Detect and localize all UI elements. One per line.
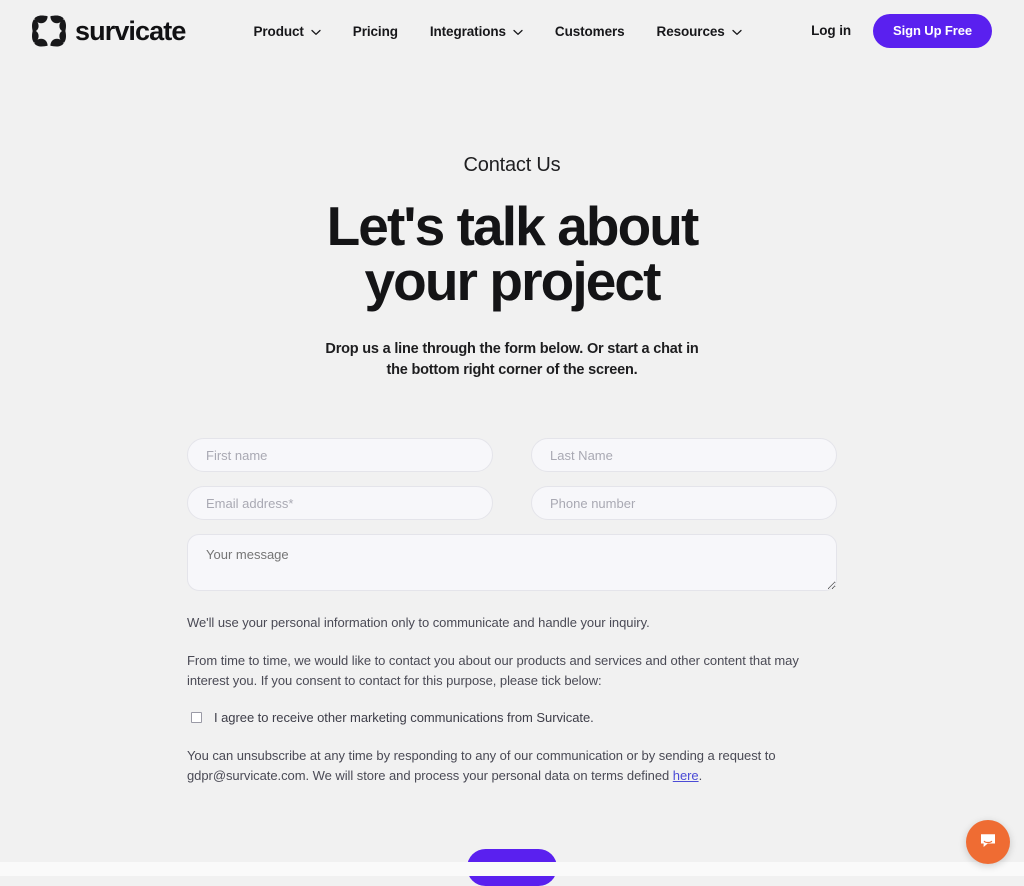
primary-navigation: Product Pricing Integrations Customers R…: [253, 23, 742, 39]
form-row-contact: [187, 486, 837, 521]
nav-item-customers[interactable]: Customers: [555, 24, 625, 39]
nav-item-resources[interactable]: Resources: [657, 24, 742, 39]
marketing-consent-label[interactable]: I agree to receive other marketing commu…: [214, 709, 594, 728]
privacy-note: We'll use your personal information only…: [187, 615, 650, 631]
marketing-consent-checkbox[interactable]: [191, 712, 202, 724]
contact-form: [187, 438, 837, 592]
page-title-line-1: Let's talk about: [326, 195, 700, 257]
nav-label: Product: [253, 23, 304, 39]
survicate-pinwheel-logo-icon: [32, 15, 66, 47]
login-link[interactable]: Log in: [811, 23, 851, 38]
site-header: survicate Product Pricing Integrations C…: [0, 0, 1024, 62]
terms-here-link[interactable]: here: [673, 768, 699, 783]
legal-section: We'll use your personal information only…: [187, 613, 837, 787]
nav-label: Customers: [554, 23, 625, 39]
last-name-input[interactable]: [531, 438, 837, 473]
message-textarea[interactable]: [187, 534, 837, 592]
brand-wordmark: survicate: [75, 15, 186, 46]
chat-bubble-icon: [978, 831, 998, 854]
last-name-field-wrap: [531, 438, 837, 473]
page-eyebrow: Contact Us: [463, 154, 561, 176]
nav-item-integrations[interactable]: Integrations: [430, 24, 523, 39]
chevron-down-icon: [513, 24, 523, 39]
phone-field-wrap: [531, 486, 837, 521]
nav-item-product[interactable]: Product: [253, 23, 321, 39]
hero-subtitle: Drop us a line through the form below. O…: [325, 341, 699, 379]
marketing-consent-row[interactable]: I agree to receive other marketing commu…: [187, 709, 837, 728]
nav-label: Integrations: [429, 23, 506, 39]
unsubscribe-note: You can unsubscribe at any time by respo…: [187, 746, 837, 786]
phone-input[interactable]: [531, 486, 837, 521]
nav-label: Resources: [656, 23, 725, 39]
chevron-down-icon: [311, 24, 321, 39]
page-title-line-2: your project: [364, 250, 661, 312]
first-name-field-wrap: [187, 438, 493, 473]
chevron-down-icon: [732, 24, 742, 39]
email-input[interactable]: [187, 486, 493, 521]
section-divider: [0, 862, 1024, 876]
chat-launcher-button[interactable]: [966, 820, 1010, 864]
nav-label: Pricing: [352, 23, 398, 39]
nav-item-pricing[interactable]: Pricing: [353, 24, 398, 39]
email-field-wrap: [187, 486, 493, 521]
consent-intro: From time to time, we would like to cont…: [187, 653, 799, 689]
page-title: Let's talk about your project: [232, 199, 792, 309]
brand-logo-link[interactable]: survicate: [32, 15, 186, 47]
form-row-names: [187, 438, 837, 473]
hero-section: Contact Us Let's talk about your project…: [0, 62, 1024, 381]
header-actions: Log in Sign Up Free: [811, 13, 992, 49]
sign-up-free-button[interactable]: Sign Up Free: [873, 13, 992, 49]
first-name-input[interactable]: [187, 438, 493, 473]
unsubscribe-text-part-2: .: [698, 768, 703, 784]
